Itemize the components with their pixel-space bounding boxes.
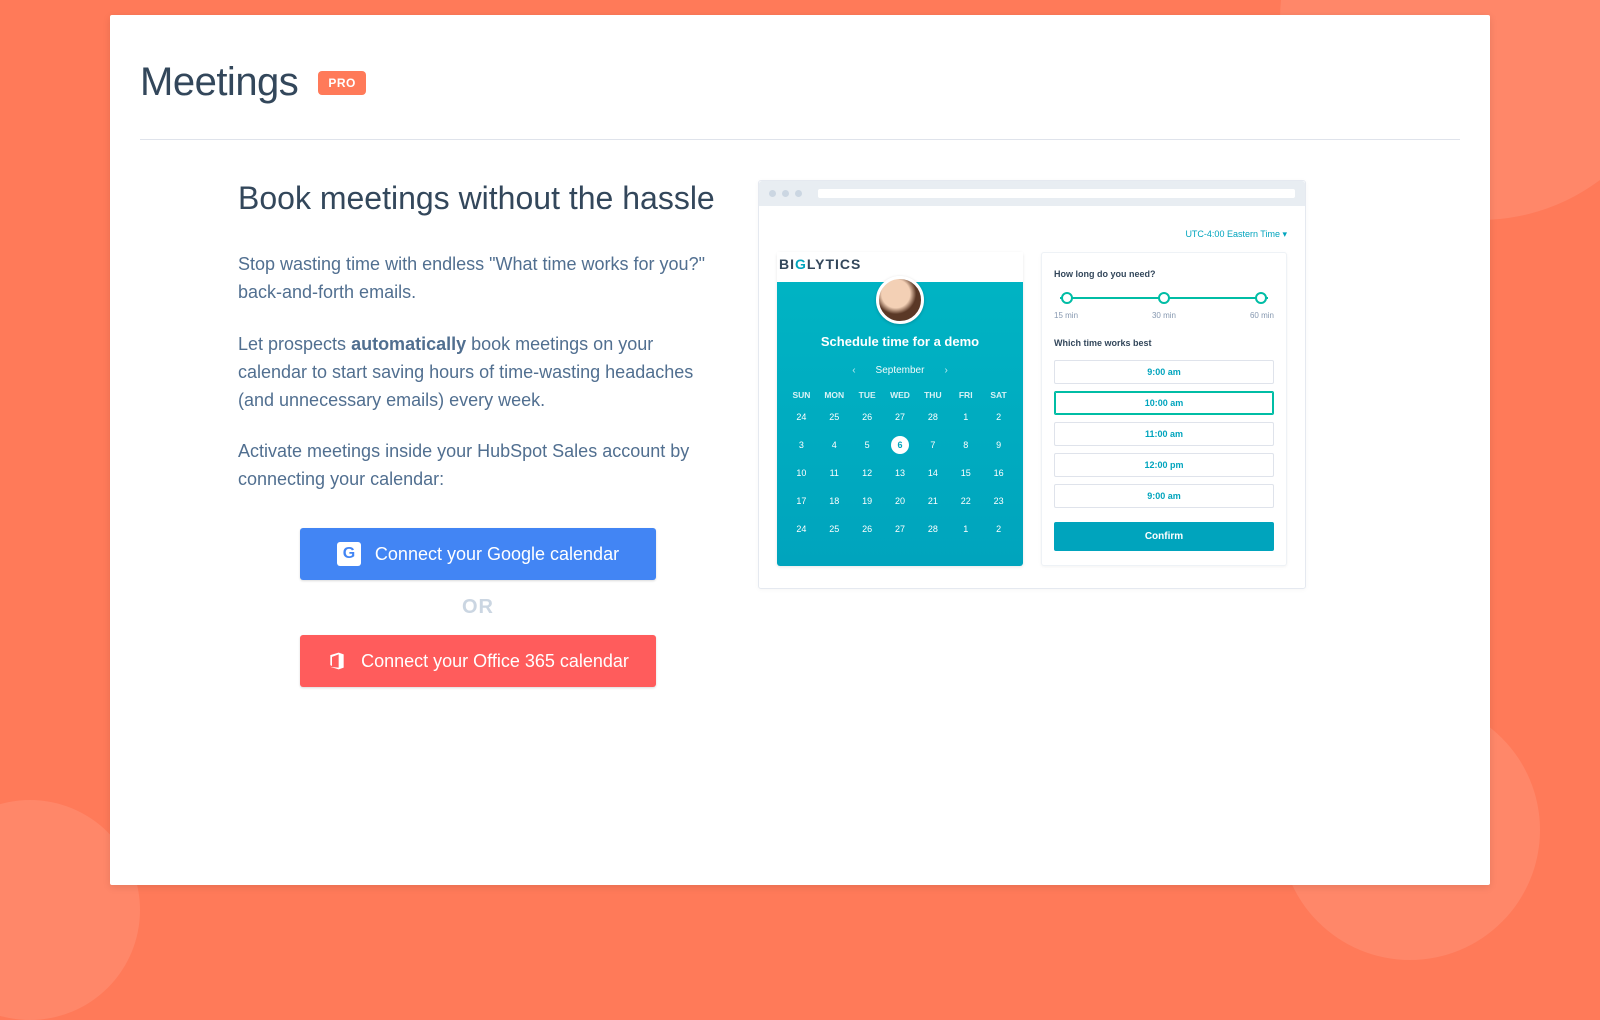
date-cell[interactable]: 19 [851,492,884,510]
connect-office-label: Connect your Office 365 calendar [361,651,629,672]
date-grid: 2425262728123456789101112131415161718192… [785,408,1015,538]
date-cell[interactable]: 2 [982,520,1015,538]
date-cell[interactable]: 21 [916,492,949,510]
date-cell[interactable]: 25 [818,520,851,538]
date-cell[interactable]: 2 [982,408,1015,426]
duration-options: 15 min 30 min 60 min [1054,311,1274,320]
calendar-card: BIGLYTICS Schedule time for a demo ‹ Sep… [777,252,1023,566]
time-picker-card: How long do you need? 15 min 30 min 60 min… [1041,252,1287,566]
weekday-cell: SAT [982,390,1015,400]
date-cell[interactable]: 24 [785,408,818,426]
office-icon [327,651,347,671]
date-cell[interactable]: 23 [982,492,1015,510]
time-slot[interactable]: 9:00 am [1054,360,1274,384]
weekday-cell: TUE [851,390,884,400]
duration-label: How long do you need? [1054,269,1274,279]
hero-p2a: Let prospects [238,334,351,354]
duration-option[interactable]: 30 min [1152,311,1176,320]
time-slot[interactable]: 12:00 pm [1054,453,1274,477]
date-cell[interactable]: 1 [949,520,982,538]
hero-p2: Let prospects automatically book meeting… [238,331,718,415]
confirm-button[interactable]: Confirm [1054,522,1274,551]
date-cell[interactable]: 9 [982,436,1015,454]
date-cell[interactable]: 14 [916,464,949,482]
prev-month-icon[interactable]: ‹ [852,365,855,376]
connect-google-label: Connect your Google calendar [375,544,619,565]
header: Meetings PRO [140,60,1460,105]
date-cell[interactable]: 28 [916,408,949,426]
date-cell[interactable]: 12 [851,464,884,482]
page-title: Meetings [140,60,298,105]
date-cell[interactable]: 1 [949,408,982,426]
url-bar [818,189,1295,198]
date-cell[interactable]: 6 [891,436,909,454]
date-cell[interactable]: 27 [884,408,917,426]
date-cell[interactable]: 4 [818,436,851,454]
date-cell[interactable]: 18 [818,492,851,510]
weekday-cell: WED [884,390,917,400]
date-cell[interactable]: 26 [851,408,884,426]
avatar [876,276,924,324]
date-cell[interactable]: 16 [982,464,1015,482]
time-label: Which time works best [1054,338,1274,348]
window-dot-icon [782,190,789,197]
duration-option[interactable]: 60 min [1250,311,1274,320]
month-label: September [876,365,925,376]
date-cell[interactable]: 5 [851,436,884,454]
pro-badge: PRO [318,71,366,95]
weekday-cell: FRI [949,390,982,400]
date-cell[interactable]: 25 [818,408,851,426]
weekday-cell: SUN [785,390,818,400]
date-cell[interactable]: 24 [785,520,818,538]
date-cell[interactable]: 15 [949,464,982,482]
weekday-cell: THU [916,390,949,400]
weekday-cell: MON [818,390,851,400]
main-card: Meetings PRO Book meetings without the h… [110,15,1490,885]
hero-p3: Activate meetings inside your HubSpot Sa… [238,438,718,494]
or-separator: OR [462,596,494,619]
date-cell[interactable]: 13 [884,464,917,482]
time-slot[interactable]: 10:00 am [1054,391,1274,415]
hero-p2-strong: automatically [351,334,466,354]
browser-chrome [759,181,1305,206]
duration-option[interactable]: 15 min [1054,311,1078,320]
hero-copy: Book meetings without the hassle Stop wa… [238,180,718,687]
connect-google-button[interactable]: G Connect your Google calendar [300,528,656,580]
time-slot[interactable]: 11:00 am [1054,422,1274,446]
date-cell[interactable]: 26 [851,520,884,538]
window-dot-icon [769,190,776,197]
time-slot-list: 9:00 am 10:00 am 11:00 am 12:00 pm 9:00 am [1054,360,1274,508]
timezone-select[interactable]: UTC-4:00 Eastern Time ▾ [1185,229,1287,239]
date-cell[interactable]: 17 [785,492,818,510]
date-cell[interactable]: 7 [916,436,949,454]
next-month-icon[interactable]: › [944,365,947,376]
weekday-header: SUNMONTUEWEDTHUFRISAT [785,390,1015,400]
time-slot[interactable]: 9:00 am [1054,484,1274,508]
date-cell[interactable]: 22 [949,492,982,510]
duration-slider[interactable] [1054,291,1274,309]
preview-browser: UTC-4:00 Eastern Time ▾ BIGLYTICS Schedu… [758,180,1306,589]
date-cell[interactable]: 27 [884,520,917,538]
hero-heading: Book meetings without the hassle [238,180,718,217]
date-cell[interactable]: 28 [916,520,949,538]
hero-p1: Stop wasting time with endless "What tim… [238,251,718,307]
date-cell[interactable]: 8 [949,436,982,454]
google-icon: G [337,542,361,566]
date-cell[interactable]: 3 [785,436,818,454]
date-cell[interactable]: 10 [785,464,818,482]
window-dot-icon [795,190,802,197]
date-cell[interactable]: 20 [884,492,917,510]
date-cell[interactable]: 11 [818,464,851,482]
calendar-title: Schedule time for a demo [785,334,1015,349]
connect-office365-button[interactable]: Connect your Office 365 calendar [300,635,656,687]
